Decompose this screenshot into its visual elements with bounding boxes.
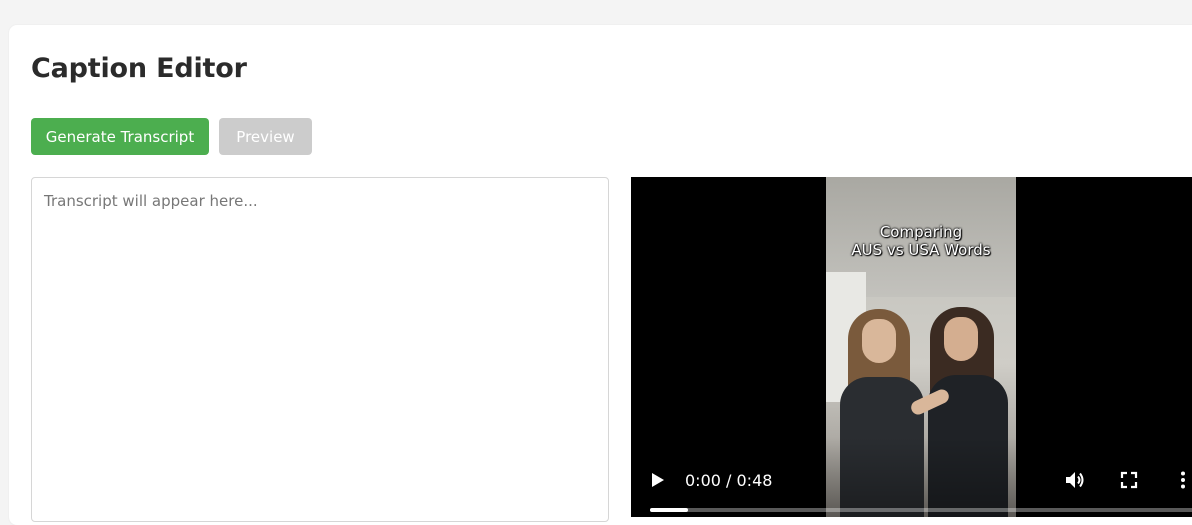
fullscreen-icon[interactable] xyxy=(1117,468,1141,492)
transcript-textarea[interactable] xyxy=(31,177,609,522)
progress-bar[interactable] xyxy=(650,508,1192,512)
video-caption-line: AUS vs USA Words xyxy=(851,241,991,259)
volume-icon[interactable] xyxy=(1063,468,1087,492)
video-caption-overlay: Comparing AUS vs USA Words xyxy=(826,223,1016,259)
progress-buffered xyxy=(650,508,689,512)
video-controls: 0:00 / 0:48 xyxy=(631,437,1192,517)
video-caption-line: Comparing xyxy=(879,223,963,241)
time-display: 0:00 / 0:48 xyxy=(685,471,773,490)
person-left-face xyxy=(862,319,896,363)
generate-transcript-button[interactable]: Generate Transcript xyxy=(31,118,209,155)
preview-button[interactable]: Preview xyxy=(219,118,312,155)
page-title: Caption Editor xyxy=(31,53,247,84)
play-icon[interactable] xyxy=(651,472,665,488)
person-right-face xyxy=(944,317,978,361)
video-player[interactable]: Comparing AUS vs USA Words 0:00 / 0:48 xyxy=(631,177,1192,517)
more-options-icon[interactable] xyxy=(1171,468,1192,492)
